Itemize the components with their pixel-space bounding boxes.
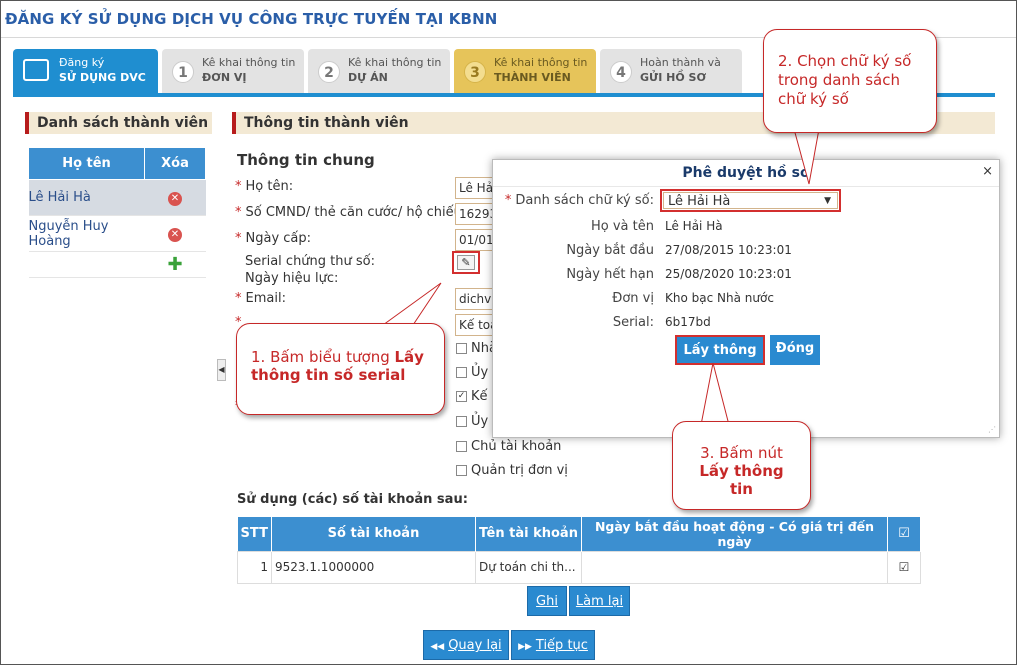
- callout-step3: 3. Bấm nút Lấy thông tin: [672, 421, 811, 510]
- callout-step2: 2. Chọn chữ ký số trong danh sách chữ ký…: [763, 29, 937, 133]
- callout1-pointer: [381, 282, 442, 326]
- main-window: ĐĂNG KÝ SỬ DỤNG DỊCH VỤ CÔNG TRỰC TUYẾN …: [0, 0, 1017, 665]
- callout-step1: 1. Bấm biểu tượng Lấy thông tin số seria…: [236, 323, 445, 415]
- callout2-pointer: [793, 128, 820, 185]
- callout3-pointer: [700, 362, 730, 426]
